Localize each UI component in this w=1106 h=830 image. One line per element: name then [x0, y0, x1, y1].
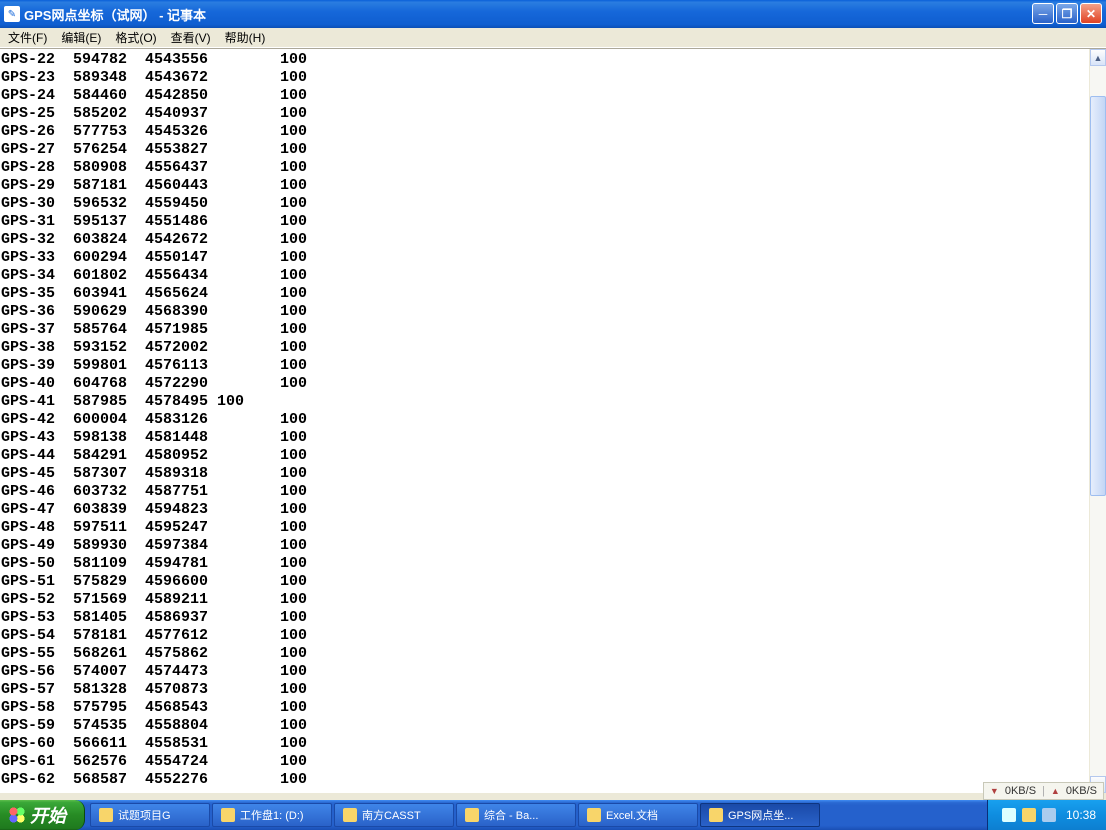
app-icon: ✎ — [4, 6, 20, 22]
taskbar-item-icon — [221, 808, 235, 822]
scroll-track[interactable] — [1090, 66, 1106, 776]
window-title: GPS网点坐标（试网） - 记事本 — [24, 5, 206, 24]
taskbar-item-icon — [709, 808, 723, 822]
taskbar-item-label: 试题项目G — [118, 807, 171, 823]
upload-icon: ▲ — [1051, 786, 1060, 796]
menu-view[interactable]: 查看(V) — [165, 28, 217, 47]
start-label: 开始 — [30, 802, 66, 828]
vertical-scrollbar[interactable]: ▲ ▼ — [1089, 49, 1106, 793]
menu-help[interactable]: 帮助(H) — [219, 28, 272, 47]
taskbar-item[interactable]: 试题项目G — [90, 803, 210, 827]
taskbar-item-label: 综合 - Ba... — [484, 807, 538, 823]
taskbar-item[interactable]: 南方CASST — [334, 803, 454, 827]
status-down: 0KB/S — [1005, 785, 1036, 797]
clock[interactable]: 10:38 — [1066, 808, 1096, 822]
menu-bar: 文件(F) 编辑(E) 格式(O) 查看(V) 帮助(H) — [0, 28, 1106, 48]
maximize-button[interactable]: ❐ — [1056, 3, 1078, 24]
status-up: 0KB/S — [1066, 785, 1097, 797]
taskbar-item-icon — [465, 808, 479, 822]
title-bar: ✎ GPS网点坐标（试网） - 记事本 ─ ❐ ✕ — [0, 0, 1106, 28]
download-icon: ▼ — [990, 786, 999, 796]
menu-file[interactable]: 文件(F) — [2, 28, 53, 47]
taskbar-item[interactable]: 工作盘1: (D:) — [212, 803, 332, 827]
status-overlay: ▼ 0KB/S | ▲ 0KB/S — [983, 782, 1104, 800]
taskbar-item-icon — [99, 808, 113, 822]
taskbar-item[interactable]: GPS网点坐... — [700, 803, 820, 827]
minimize-button[interactable]: ─ — [1032, 3, 1054, 24]
taskbar-item-label: GPS网点坐... — [728, 807, 793, 823]
taskbar: 开始 试题项目G 工作盘1: (D:) 南方CASST 综合 - Ba... Excel… — [0, 800, 1106, 830]
windows-logo-icon — [8, 806, 26, 824]
taskbar-item-label: Excel.文档 — [606, 807, 658, 823]
taskbar-item-label: 工作盘1: (D:) — [240, 807, 304, 823]
scroll-thumb[interactable] — [1090, 96, 1106, 496]
tray-icon[interactable] — [1042, 808, 1056, 822]
menu-edit[interactable]: 编辑(E) — [55, 28, 107, 47]
close-button[interactable]: ✕ — [1080, 3, 1102, 24]
tray-icon[interactable] — [1002, 808, 1016, 822]
taskbar-item-icon — [587, 808, 601, 822]
text-editor[interactable]: GPS-22 594782 4543556 100 GPS-23 589348 … — [0, 49, 1089, 793]
menu-format[interactable]: 格式(O) — [109, 28, 162, 47]
taskbar-item[interactable]: Excel.文档 — [578, 803, 698, 827]
taskbar-item-icon — [343, 808, 357, 822]
taskbar-item-label: 南方CASST — [362, 807, 421, 823]
start-button[interactable]: 开始 — [0, 800, 85, 830]
taskbar-item[interactable]: 综合 - Ba... — [456, 803, 576, 827]
scroll-up-button[interactable]: ▲ — [1090, 49, 1106, 66]
tray-icon[interactable] — [1022, 808, 1036, 822]
system-tray[interactable]: 10:38 — [987, 800, 1106, 830]
